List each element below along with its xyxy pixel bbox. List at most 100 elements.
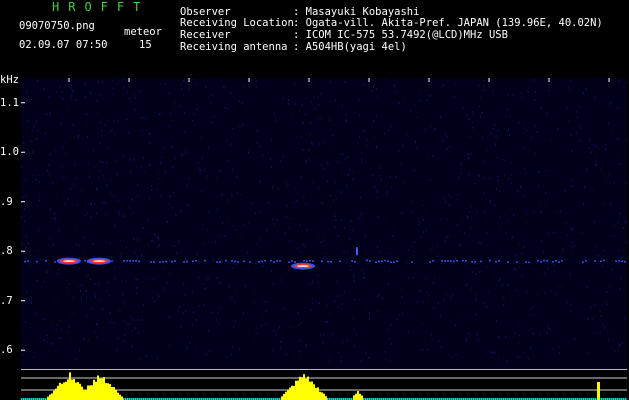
noise-speck xyxy=(283,155,284,158)
noise-speck xyxy=(480,242,482,245)
noise-speck xyxy=(615,208,617,211)
noise-speck xyxy=(239,125,241,128)
carrier-dot xyxy=(306,260,308,262)
noise-speck xyxy=(93,331,95,334)
noise-speck xyxy=(418,221,420,224)
noise-speck xyxy=(494,123,495,126)
carrier-dot xyxy=(303,259,305,262)
noise-speck xyxy=(431,125,433,128)
noise-speck xyxy=(117,199,119,202)
strip-echo-bar xyxy=(283,393,285,400)
noise-speck xyxy=(542,305,543,308)
noise-speck xyxy=(109,312,111,315)
noise-speck xyxy=(510,182,512,185)
echo-strength-strip xyxy=(21,370,627,400)
noise-speck xyxy=(602,324,604,327)
noise-speck xyxy=(99,298,101,300)
noise-speck xyxy=(64,140,66,143)
carrier-dot xyxy=(54,261,56,263)
noise-speck xyxy=(497,156,499,159)
noise-speck xyxy=(52,244,54,246)
noise-speck xyxy=(319,302,321,305)
strip-echo-bar xyxy=(61,383,63,400)
noise-speck xyxy=(303,121,304,124)
info-label-location: Receiving Location xyxy=(180,17,294,29)
noise-speck xyxy=(544,272,546,275)
carrier-dot xyxy=(390,261,392,263)
noise-speck xyxy=(55,328,57,331)
noise-speck xyxy=(567,301,569,304)
noise-speck xyxy=(413,254,415,257)
carrier-dot xyxy=(495,260,497,263)
noise-speck xyxy=(99,160,101,163)
noise-speck xyxy=(332,134,334,137)
strip-echo-bar xyxy=(597,382,600,400)
noise-speck xyxy=(247,222,249,225)
noise-speck xyxy=(81,297,82,300)
noise-speck xyxy=(393,230,395,233)
noise-speck xyxy=(28,242,29,245)
noise-speck xyxy=(271,139,273,141)
noise-speck xyxy=(625,182,627,184)
noise-speck xyxy=(193,311,195,314)
noise-speck xyxy=(117,337,119,340)
strip-echo-bar xyxy=(295,380,297,400)
noise-speck xyxy=(303,245,305,248)
noise-speck xyxy=(422,231,424,234)
noise-speck xyxy=(243,312,244,315)
noise-speck xyxy=(605,179,607,182)
noise-speck xyxy=(345,113,347,116)
noise-speck xyxy=(590,306,592,309)
noise-speck xyxy=(471,226,473,229)
noise-speck xyxy=(271,166,272,169)
noise-speck xyxy=(75,99,77,101)
noise-speck xyxy=(530,292,532,295)
noise-speck xyxy=(487,265,489,268)
noise-speck xyxy=(496,320,497,323)
noise-speck xyxy=(430,333,432,336)
noise-speck xyxy=(523,194,525,197)
noise-speck xyxy=(618,345,620,348)
noise-speck xyxy=(538,186,540,189)
noise-speck xyxy=(425,213,426,216)
noise-speck xyxy=(407,262,408,265)
noise-speck xyxy=(396,318,398,321)
carrier-dot xyxy=(498,260,500,262)
noise-speck xyxy=(260,108,262,111)
noise-speck xyxy=(474,262,476,265)
noise-speck xyxy=(390,324,392,326)
carrier-dot xyxy=(489,259,491,262)
carrier-dot xyxy=(480,260,482,263)
noise-speck xyxy=(495,188,497,190)
noise-speck xyxy=(311,302,313,305)
noise-speck xyxy=(486,245,488,248)
noise-speck xyxy=(462,107,464,110)
noise-speck xyxy=(438,340,440,342)
noise-speck xyxy=(323,333,325,336)
noise-speck xyxy=(134,319,136,322)
noise-speck xyxy=(534,124,536,127)
carrier-dot xyxy=(552,261,554,263)
noise-speck xyxy=(578,125,580,128)
noise-speck xyxy=(129,323,130,325)
noise-speck xyxy=(287,184,289,187)
noise-speck xyxy=(318,282,320,284)
noise-speck xyxy=(60,122,62,125)
noise-speck xyxy=(222,221,224,224)
noise-speck xyxy=(368,356,370,359)
noise-speck xyxy=(384,132,386,135)
noise-speck xyxy=(114,277,116,280)
noise-speck xyxy=(41,234,43,237)
carrier-dot xyxy=(366,259,368,262)
noise-speck xyxy=(313,96,315,99)
noise-speck xyxy=(341,219,343,222)
noise-speck xyxy=(79,267,81,269)
noise-speck xyxy=(402,144,404,147)
carrier-dot xyxy=(234,260,236,263)
noise-speck xyxy=(593,143,595,146)
noise-speck xyxy=(365,303,367,306)
noise-speck xyxy=(94,282,96,285)
noise-speck xyxy=(550,139,552,142)
noise-speck xyxy=(233,133,235,136)
carrier-dot xyxy=(321,260,323,262)
